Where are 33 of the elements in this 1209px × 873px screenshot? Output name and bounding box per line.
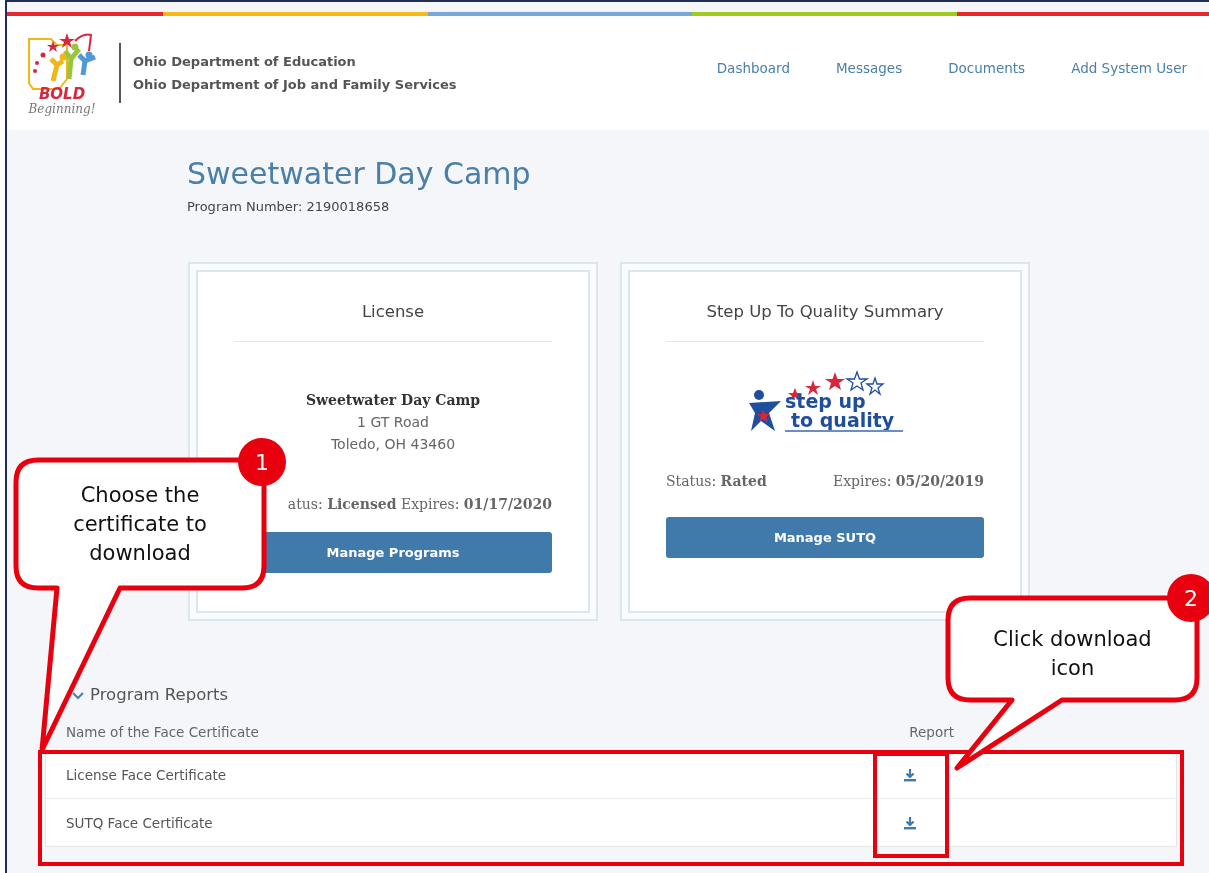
expiry-date: Expires: 05/20/2019 [832, 473, 984, 489]
rating-status: Status: Rated [666, 473, 767, 489]
nav-link[interactable]: Add System User [1071, 60, 1187, 76]
download-icon[interactable] [903, 815, 917, 830]
table-cell-text: SUTQ Face Certificate [66, 814, 214, 831]
address-line: Toledo, OH 43460 [330, 436, 456, 452]
nav-link[interactable]: Messages [835, 60, 903, 76]
step-badge: 2 [1167, 574, 1209, 622]
callout-text: Choose the certificate to download [72, 481, 208, 567]
download-icon[interactable] [903, 767, 917, 782]
card-title: Step Up To Quality Summary [706, 302, 944, 321]
nav-link[interactable]: Documents [948, 60, 1026, 76]
chevron-icon[interactable] [72, 689, 84, 700]
logo-tagline: Beginning! [28, 101, 96, 116]
program-number: Program Number: 2190018658 [187, 199, 391, 214]
manage-button[interactable]: Manage SUTQ [666, 517, 984, 558]
program-title: Sweetwater Day Camp [187, 156, 532, 191]
department-name: Ohio Department of Education [133, 54, 357, 69]
logo-text: BOLD [38, 86, 86, 102]
address-line: 1 GT Road [357, 414, 429, 430]
department-name: Ohio Department of Job and Family Services [133, 77, 457, 92]
license-status: atus: Licensed Expires: 01/17/2020 [287, 496, 552, 512]
table-cell-text: License Face Certificate [66, 766, 228, 783]
license-name: Sweetwater Day Camp [305, 392, 481, 408]
callout-text: Click download icon [992, 626, 1153, 682]
star-figure-icon [747, 389, 783, 433]
logo-text: step up [785, 392, 866, 410]
column-header: Name of the Face Certificate [66, 724, 259, 740]
section-title: Program Reports [90, 685, 229, 704]
card-title: License [361, 302, 425, 321]
nav-link[interactable]: Dashboard [716, 60, 790, 76]
tagline-line-icon [785, 430, 903, 433]
column-header: Report [909, 724, 954, 740]
